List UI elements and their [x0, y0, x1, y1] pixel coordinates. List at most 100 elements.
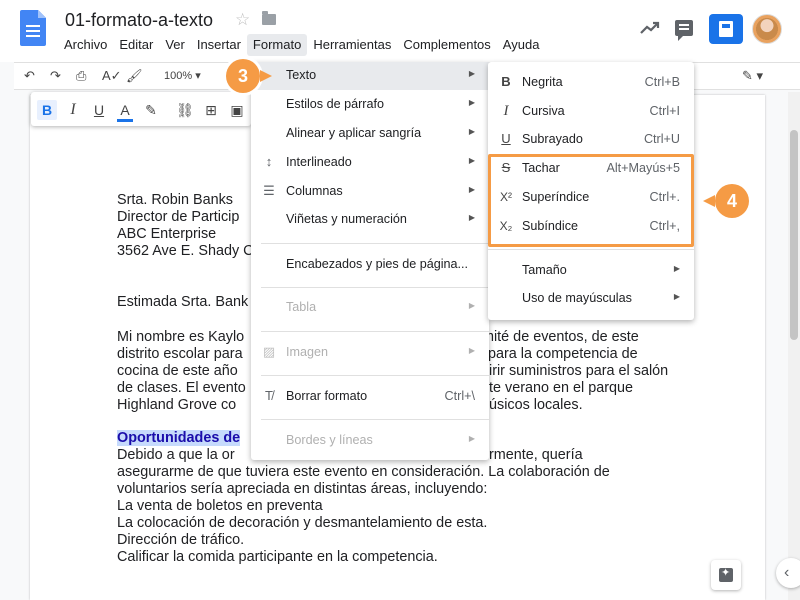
menu-ayuda[interactable]: Ayuda: [497, 34, 546, 56]
submenu-item-negrita[interactable]: B Negrita Ctrl+B: [488, 69, 694, 97]
selected-heading-text: Oportunidades de: [117, 430, 241, 446]
underline-button[interactable]: U: [89, 100, 109, 120]
bold-icon: B: [501, 74, 511, 89]
menu-divider: [261, 287, 489, 288]
menu-insertar[interactable]: Insertar: [191, 34, 247, 56]
present-button[interactable]: [709, 14, 743, 44]
menu-item-interlineado[interactable]: ↕ Interlineado ▶: [251, 149, 489, 177]
menu-item-label: Texto: [286, 68, 317, 82]
submenu-item-subrayado[interactable]: U Subrayado Ctrl+U: [488, 126, 694, 154]
insert-image-icon[interactable]: ▣: [227, 100, 247, 120]
bold-button[interactable]: B: [37, 100, 57, 120]
redo-icon[interactable]: ↷: [50, 68, 61, 84]
menu-item-label: Encabezados y pies de página...: [286, 257, 469, 271]
submenu-arrow-icon: ▶: [468, 434, 475, 443]
zoom-value: 100%: [164, 70, 193, 82]
line-spacing-icon: ↕: [265, 154, 273, 169]
greeting: Estimada Srta. Bank: [117, 294, 249, 310]
highlight-icon[interactable]: ✎: [141, 100, 161, 120]
folder-icon[interactable]: [262, 11, 276, 25]
shortcut-label: Ctrl+U: [643, 132, 680, 146]
editing-mode-icon[interactable]: ✎ ▾: [742, 68, 763, 84]
shortcut-label: Ctrl+I: [649, 104, 680, 118]
underline-icon: U: [501, 131, 511, 146]
explore-button[interactable]: [711, 560, 741, 590]
submenu-item-tamano[interactable]: Tamaño ▶: [488, 257, 694, 285]
submenu-arrow-icon: ▶: [468, 69, 475, 78]
submenu-arrow-icon: ▶: [468, 156, 475, 165]
list-item: La colocación de decoración y desmantela…: [117, 515, 488, 531]
body-line: irir suministros para el salón: [489, 363, 669, 379]
format-menu: Texto ▶ Estilos de párrafo ▶ Alinear y a…: [251, 62, 489, 460]
body-line: Highland Grove co: [117, 397, 237, 413]
menu-divider: [261, 331, 489, 332]
add-comment-icon[interactable]: ⊞: [201, 100, 221, 120]
body-line: asegurarme de que tuviera este evento en…: [117, 464, 610, 480]
activity-trend-icon[interactable]: [640, 20, 660, 36]
docs-logo-icon[interactable]: [20, 10, 46, 46]
spellcheck-icon[interactable]: A✓: [102, 68, 122, 84]
body-line: úsicos locales.: [489, 397, 583, 413]
menu-item-borrar-formato[interactable]: T̸ Borrar formato Ctrl+\: [251, 383, 489, 411]
menu-item-vinetas[interactable]: Viñetas y numeración ▶: [251, 206, 489, 234]
menu-item-encabezados[interactable]: Encabezados y pies de página...: [251, 251, 489, 279]
submenu-arrow-icon: ▶: [468, 185, 475, 194]
body-line: cocina de este año: [117, 363, 238, 379]
link-icon[interactable]: ⛓: [175, 100, 195, 120]
zoom-select[interactable]: 100% ▾: [164, 69, 201, 82]
menu-item-label: Interlineado: [286, 155, 352, 169]
submenu-arrow-icon: ▶: [468, 213, 475, 222]
menu-divider: [488, 249, 694, 250]
star-icon[interactable]: ☆: [235, 10, 250, 30]
comments-icon[interactable]: [675, 20, 693, 41]
text-color-button[interactable]: A: [115, 100, 135, 122]
menu-herramientas[interactable]: Herramientas: [307, 34, 397, 56]
floating-format-toolbar: B I U A ✎ ⛓ ⊞ ▣: [31, 92, 251, 126]
submenu-arrow-icon: ▶: [468, 98, 475, 107]
menu-editar[interactable]: Editar: [113, 34, 159, 56]
menu-bar: Archivo Editar Ver Insertar Formato Herr…: [58, 34, 545, 56]
menu-item-bordes: Bordes y líneas ▶: [251, 427, 489, 455]
menu-item-estilos-parrafo[interactable]: Estilos de párrafo ▶: [251, 91, 489, 119]
body-line: de clases. El evento: [117, 380, 246, 396]
menu-item-alinear[interactable]: Alinear y aplicar sangría ▶: [251, 120, 489, 148]
address-line: 3562 Ave E. Shady C: [117, 243, 254, 259]
submenu-arrow-icon: ▶: [468, 301, 475, 310]
menu-divider: [261, 375, 489, 376]
print-icon[interactable]: ⎙: [76, 68, 86, 84]
submenu-item-cursiva[interactable]: I Cursiva Ctrl+I: [488, 98, 694, 126]
body-line: Mi nombre es Kaylo: [117, 329, 245, 345]
avatar[interactable]: [752, 14, 782, 44]
shortcut-label: Ctrl+\: [444, 389, 475, 403]
menu-item-texto[interactable]: Texto ▶: [251, 62, 489, 90]
submenu-arrow-icon: ▶: [468, 127, 475, 136]
menu-ver[interactable]: Ver: [159, 34, 191, 56]
menu-formato[interactable]: Formato: [246, 34, 308, 56]
body-line: para la competencia de: [488, 346, 638, 362]
step-callout-4: 4: [703, 184, 749, 218]
address-line: Director de Particip: [117, 209, 240, 225]
menu-item-label: Negrita: [522, 75, 563, 89]
list-item: La venta de boletos en preventa: [117, 498, 323, 514]
columns-icon: ☰: [263, 183, 275, 198]
menu-item-label: Tamaño: [522, 263, 567, 277]
italic-button[interactable]: I: [63, 100, 83, 120]
scroll-thumb[interactable]: [790, 130, 798, 340]
side-panel-toggle[interactable]: ‹: [776, 558, 800, 588]
paint-format-icon[interactable]: 🖌: [126, 68, 143, 84]
app-header: 01-formato-a-texto ☆ Archivo Editar Ver …: [0, 0, 800, 62]
menu-item-columnas[interactable]: ☰ Columnas ▶: [251, 178, 489, 206]
menu-item-label: Viñetas y numeración: [286, 212, 407, 226]
clear-format-icon: T̸: [265, 388, 273, 403]
menu-item-label: Estilos de párrafo: [286, 97, 385, 111]
menu-item-label: Uso de mayúsculas: [522, 291, 632, 305]
undo-icon[interactable]: ↶: [24, 68, 35, 84]
menu-item-label: Borrar formato: [286, 389, 368, 403]
menu-archivo[interactable]: Archivo: [58, 34, 113, 56]
document-title[interactable]: 01-formato-a-texto: [65, 10, 213, 31]
body-line: Debido a que la or: [117, 447, 235, 463]
submenu-item-mayusculas[interactable]: Uso de mayúsculas ▶: [488, 285, 694, 313]
menu-complementos[interactable]: Complementos: [397, 34, 496, 56]
image-icon: ▨: [262, 344, 276, 359]
list-item: Calificar la comida participante en la c…: [117, 549, 438, 565]
